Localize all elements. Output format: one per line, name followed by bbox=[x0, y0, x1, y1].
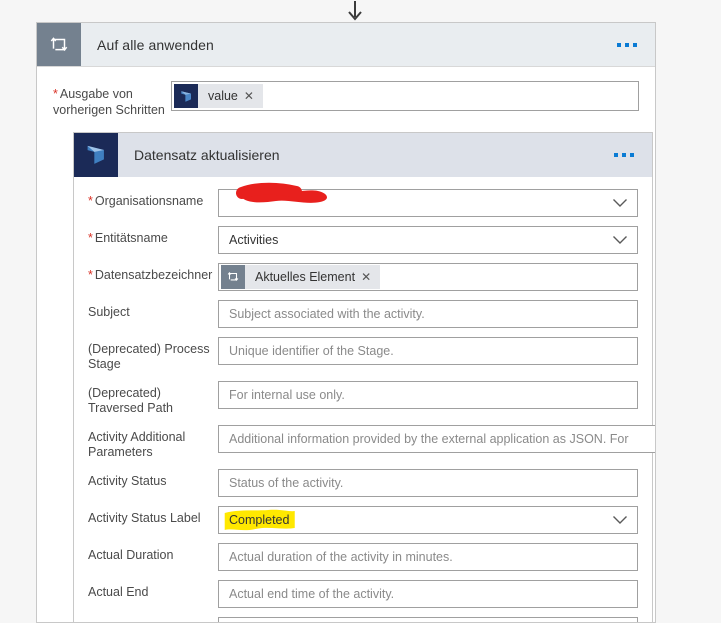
close-icon[interactable]: ✕ bbox=[244, 90, 263, 102]
dynamics365-icon bbox=[74, 133, 118, 177]
required-asterisk: * bbox=[88, 194, 93, 208]
prop-label-actual-end: Actual End bbox=[88, 585, 149, 599]
prop-label-actual-duration: Actual Duration bbox=[88, 548, 174, 562]
prop-label-actual-start: Actual Start bbox=[88, 617, 218, 622]
prop-label-datensatzbezeichner: * Datensatzbezeichner bbox=[88, 263, 218, 283]
deprecated-process-stage-input[interactable]: Unique identifier of the Stage. bbox=[218, 337, 638, 365]
prop-label-activity-status: Activity Status bbox=[88, 474, 167, 488]
ellipsis-dot bbox=[617, 42, 621, 47]
required-asterisk: * bbox=[53, 87, 58, 101]
prop-row-organisationsname: * Organisationsname bbox=[88, 182, 638, 217]
loop-icon-glyph bbox=[227, 271, 239, 281]
token-current-item-label: Aktuelles Element bbox=[255, 270, 356, 284]
prop-control-subject[interactable]: Subject associated with the activity. bbox=[218, 300, 638, 328]
prop-row-actual-duration: Actual Duration Actual duration of the a… bbox=[88, 543, 638, 571]
entitaetsname-dropdown[interactable]: Activities bbox=[218, 226, 638, 254]
required-asterisk: * bbox=[88, 231, 93, 245]
activity-additional-parameters-input[interactable]: Additional information provided by the e… bbox=[218, 425, 655, 453]
prop-control-deprecated-process-stage[interactable]: Unique identifier of the Stage. bbox=[218, 337, 638, 365]
prop-row-activity-additional-parameters: Activity Additional Parameters Additiona… bbox=[88, 425, 655, 460]
dynamics365-glyph bbox=[180, 90, 191, 102]
prop-control-deprecated-traversed-path[interactable]: For internal use only. bbox=[218, 381, 638, 409]
close-icon[interactable]: ✕ bbox=[361, 271, 380, 283]
update-record-header[interactable]: Datensatz aktualisieren bbox=[74, 133, 652, 177]
subject-input[interactable]: Subject associated with the activity. bbox=[218, 300, 638, 328]
apply-to-each-loop-icon bbox=[221, 265, 245, 289]
token-value-label: value bbox=[208, 89, 238, 103]
prop-label-organisationsname: * Organisationsname bbox=[88, 189, 218, 209]
prop-control-entitaetsname[interactable]: Activities bbox=[218, 226, 638, 254]
ellipsis-dot bbox=[633, 42, 637, 47]
outputs-token-input[interactable]: value ✕ bbox=[171, 81, 639, 111]
organisationsname-dropdown[interactable] bbox=[218, 189, 638, 217]
prop-control-actual-end[interactable]: Actual end time of the activity. bbox=[218, 580, 638, 608]
loop-icon-glyph bbox=[50, 36, 68, 51]
actual-end-input[interactable]: Actual end time of the activity. bbox=[218, 580, 638, 608]
update-record-title: Datensatz aktualisieren bbox=[134, 147, 280, 163]
activity-status-input[interactable]: Status of the activity. bbox=[218, 469, 638, 497]
update-record-ellipsis-icon[interactable] bbox=[614, 133, 652, 177]
required-asterisk: * bbox=[88, 268, 93, 282]
update-record-card: Datensatz aktualisieren * Organisationsna… bbox=[73, 132, 655, 622]
dynamics365-glyph bbox=[87, 145, 104, 164]
prop-row-actual-start: Actual Start Actual start time of the ac… bbox=[88, 617, 638, 622]
prop-control-activity-status-label[interactable]: Completed bbox=[218, 506, 638, 534]
prop-row-activity-status: Activity Status Status of the activity. bbox=[88, 469, 638, 497]
prop-control-activity-status[interactable]: Status of the activity. bbox=[218, 469, 638, 497]
field-row-outputs: * Ausgabe von vorherigen Schritten value … bbox=[53, 81, 639, 118]
outputs-field-label-text: Ausgabe von vorherigen Schritten bbox=[53, 87, 165, 117]
actual-duration-input[interactable]: Actual duration of the activity in minut… bbox=[218, 543, 638, 571]
ellipsis-dot bbox=[630, 153, 634, 157]
apply-to-each-card: Auf alle anwenden * Ausgabe von vorherige… bbox=[36, 22, 656, 623]
datensatzbezeichner-token-input[interactable]: Aktuelles Element ✕ bbox=[218, 263, 638, 291]
apply-to-each-loop-icon bbox=[37, 23, 81, 66]
apply-to-each-header[interactable]: Auf alle anwenden bbox=[37, 23, 655, 67]
ellipsis-dot bbox=[625, 42, 629, 47]
ellipsis-dot bbox=[614, 153, 618, 157]
prop-control-actual-duration[interactable]: Actual duration of the activity in minut… bbox=[218, 543, 638, 571]
token-current-item[interactable]: Aktuelles Element ✕ bbox=[221, 265, 381, 289]
apply-to-each-title: Auf alle anwenden bbox=[97, 36, 214, 53]
token-value[interactable]: value ✕ bbox=[174, 84, 263, 108]
prop-control-actual-start[interactable]: Actual start time of the activity. bbox=[218, 617, 638, 622]
prop-control-activity-additional-parameters[interactable]: Additional information provided by the e… bbox=[218, 425, 655, 453]
outputs-field-label: * Ausgabe von vorherigen Schritten bbox=[53, 81, 171, 118]
prop-row-entitaetsname: * Entitätsname Activities bbox=[88, 226, 638, 254]
prop-label-deprecated-traversed-path: (Deprecated) Traversed Path bbox=[88, 386, 173, 415]
prop-row-datensatzbezeichner: * Datensatzbezeichner Aktuelles Element … bbox=[88, 263, 638, 291]
update-record-body: * Organisationsname * Entitätsname Activ… bbox=[74, 177, 655, 622]
prop-label-entitaetsname: * Entitätsname bbox=[88, 226, 218, 246]
prop-control-organisationsname[interactable] bbox=[218, 182, 638, 217]
prop-row-activity-status-label: Activity Status Label Completed bbox=[88, 506, 638, 534]
prop-row-deprecated-traversed-path: (Deprecated) Traversed Path For internal… bbox=[88, 381, 638, 416]
prop-label-text: Organisationsname bbox=[94, 194, 204, 208]
prop-label-text: Entitätsname bbox=[94, 231, 168, 245]
prop-row-deprecated-process-stage: (Deprecated) Process Stage Unique identi… bbox=[88, 337, 638, 372]
apply-to-each-ellipsis-icon[interactable] bbox=[617, 23, 655, 66]
activity-status-label-value: Completed bbox=[229, 513, 290, 527]
activity-status-label-dropdown[interactable]: Completed bbox=[218, 506, 638, 534]
apply-to-each-body: * Ausgabe von vorherigen Schritten value … bbox=[37, 67, 655, 622]
ellipsis-dot bbox=[622, 153, 626, 157]
prop-row-subject: Subject Subject associated with the acti… bbox=[88, 300, 638, 328]
dynamics365-icon bbox=[174, 84, 198, 108]
prop-label-deprecated-process-stage: (Deprecated) Process Stage bbox=[88, 342, 210, 371]
prop-label-text: Datensatzbezeichner bbox=[94, 268, 213, 282]
prop-control-datensatzbezeichner[interactable]: Aktuelles Element ✕ bbox=[218, 263, 638, 291]
prop-row-actual-end: Actual End Actual end time of the activi… bbox=[88, 580, 638, 608]
actual-start-input[interactable]: Actual start time of the activity. bbox=[218, 617, 638, 622]
highlight-annotation: Completed bbox=[224, 509, 295, 531]
flow-connector-arrow-down bbox=[340, 0, 370, 22]
deprecated-traversed-path-input[interactable]: For internal use only. bbox=[218, 381, 638, 409]
prop-label-activity-status-label: Activity Status Label bbox=[88, 511, 201, 525]
arrow-down-icon bbox=[348, 1, 362, 21]
prop-label-activity-additional-parameters: Activity Additional Parameters bbox=[88, 430, 186, 459]
prop-label-subject: Subject bbox=[88, 305, 130, 319]
